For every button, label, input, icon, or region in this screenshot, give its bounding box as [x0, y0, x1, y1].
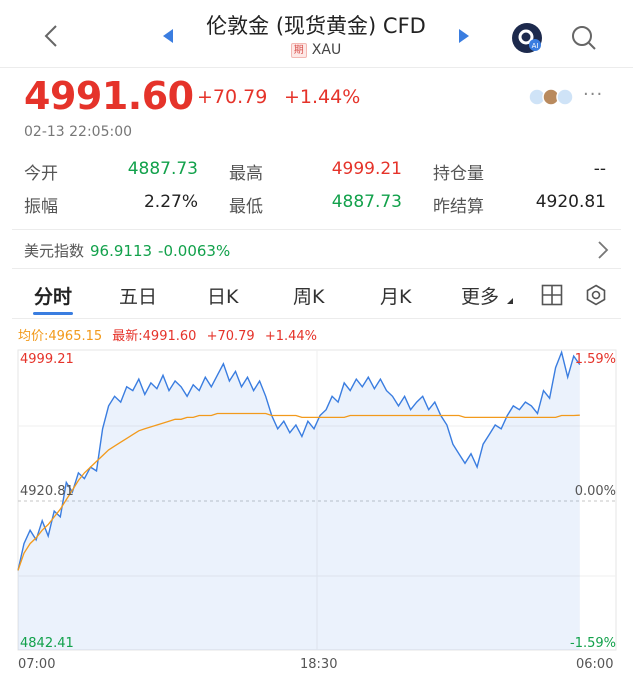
low-value: 4887.73: [331, 192, 402, 212]
prev-settle-label: 昨结算: [433, 197, 484, 217]
divider: [12, 229, 621, 230]
tab-more[interactable]: 更多: [461, 282, 499, 309]
tab-daily-k[interactable]: 日K: [207, 282, 238, 309]
chevron-right-icon: [598, 241, 609, 259]
open-value: 4887.73: [127, 159, 198, 179]
price-change-pct: +1.44%: [284, 86, 361, 108]
high-label: 最高: [229, 164, 263, 184]
svg-text:AI: AI: [532, 42, 539, 50]
chart-plot: [17, 349, 581, 650]
y-label-pct-low: -1.59%: [570, 636, 616, 651]
next-instrument-button[interactable]: [459, 29, 469, 43]
x-label-mid: 18:30: [300, 657, 338, 672]
code-text: XAU: [311, 42, 342, 58]
last-price: 4991.60: [24, 74, 194, 118]
y-label-base: 4920.81: [20, 484, 74, 499]
grid-icon: [541, 284, 563, 306]
divider: [12, 268, 621, 269]
dollar-index-row[interactable]: 美元指数 96.9113 -0.0063%: [24, 240, 230, 261]
back-button[interactable]: [36, 20, 66, 52]
prev-settle-value: 4920.81: [535, 192, 606, 212]
quote-timestamp: 02-13 22:05:00: [24, 124, 133, 140]
prev-instrument-button[interactable]: [163, 29, 173, 43]
open-label: 今开: [24, 164, 58, 184]
divider: [12, 318, 621, 319]
open-interest-value: --: [593, 159, 606, 179]
more-options-button[interactable]: ···: [583, 84, 603, 105]
search-icon: [572, 26, 596, 50]
y-label-pct-base: 0.00%: [574, 484, 616, 499]
high-value: 4999.21: [331, 159, 402, 179]
open-interest-label: 持仓量: [433, 164, 484, 184]
ai-assistant-button[interactable]: AI: [511, 22, 543, 54]
x-label-start: 07:00: [18, 657, 56, 672]
gear-icon: [586, 284, 606, 306]
dollar-index-chevron[interactable]: [596, 240, 610, 260]
active-tab-indicator: [33, 312, 73, 315]
community-avatars[interactable]: [528, 88, 578, 106]
chart-settings-button[interactable]: [585, 284, 607, 306]
layout-toggle-button[interactable]: [541, 284, 563, 306]
divider: [0, 67, 633, 68]
ai-icon: AI: [512, 23, 542, 53]
more-dropdown-icon: [507, 298, 513, 304]
tab-intraday[interactable]: 分时: [34, 282, 72, 309]
page-title: 伦敦金 (现货黄金) CFD: [206, 14, 426, 38]
y-label-low: 4842.41: [20, 636, 74, 651]
intraday-chart[interactable]: [0, 340, 633, 655]
amplitude-label: 振幅: [24, 197, 58, 217]
y-label-pct-high: 1.59%: [574, 352, 616, 367]
top-bar: 伦敦金 (现货黄金) CFD 期 XAU AI: [0, 0, 633, 68]
chevron-left-icon: [44, 25, 57, 47]
instrument-code: 期 XAU: [180, 42, 452, 58]
tab-weekly-k[interactable]: 周K: [293, 282, 324, 309]
low-label: 最低: [229, 197, 263, 217]
search-button[interactable]: [570, 24, 598, 52]
futures-badge: 期: [290, 42, 307, 58]
amplitude-value: 2.27%: [143, 192, 198, 212]
x-label-end: 06:00: [576, 657, 614, 672]
tab-five-day[interactable]: 五日: [119, 282, 157, 309]
y-label-high: 4999.21: [20, 352, 74, 367]
price-change: +70.79: [197, 86, 268, 108]
tab-monthly-k[interactable]: 月K: [380, 282, 411, 309]
dollar-index-value: 96.9113: [90, 241, 153, 260]
price-area: [18, 352, 580, 650]
avatar-group-icon: [528, 88, 574, 106]
dollar-index-label: 美元指数: [24, 242, 85, 260]
dollar-index-change: -0.0063%: [158, 241, 231, 260]
